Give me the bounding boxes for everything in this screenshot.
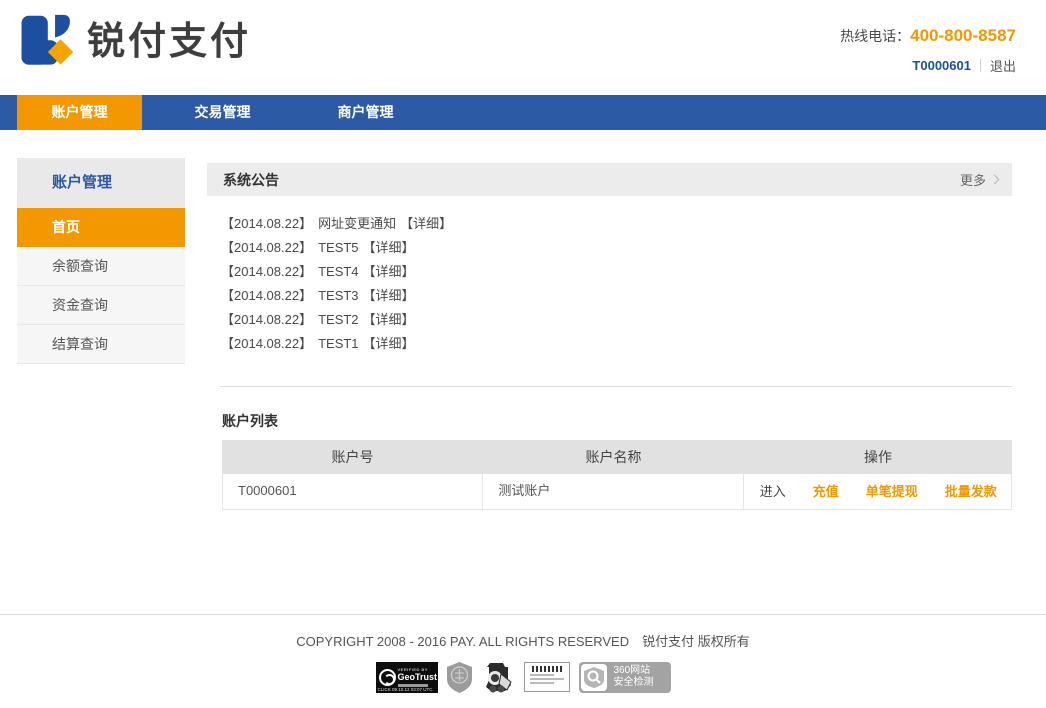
cell-account-no: T0000601 (223, 474, 483, 509)
certification-badges: VERIFIED BY GeoTrust CLICK 09.10.12 03:0… (0, 660, 1046, 694)
page: 锐付支付 热线电话：400-800-8587 T0000601 退出 账户管理 … (0, 0, 1046, 708)
announcement-title-link[interactable]: 网址变更通知 (318, 216, 396, 231)
announcement-detail-link[interactable]: 【详细】 (400, 216, 452, 231)
announcements-title: 系统公告 (223, 170, 279, 190)
certificate-title-text (532, 666, 562, 672)
column-header-account-no: 账户号 (222, 440, 483, 474)
360-site-safety-seal[interactable]: 360网站 安全检测 (579, 662, 671, 693)
column-header-actions: 操作 (744, 440, 1012, 474)
announcement-date: 【2014.08.22】 (221, 240, 312, 255)
announcement-detail-link[interactable]: 【详细】 (363, 312, 415, 327)
announcement-item: 【2014.08.22】 TEST4 【详细】 (221, 260, 1012, 284)
geotrust-name: GeoTrust (398, 673, 438, 682)
account-table: 账户号 账户名称 操作 T0000601 测试账户 进入 充值 单笔提现 批量发… (222, 440, 1012, 510)
cell-account-name: 测试账户 (483, 474, 743, 509)
certificate-line (530, 678, 564, 680)
360-badge-line2: 安全检测 (614, 677, 654, 689)
column-header-account-name: 账户名称 (483, 440, 744, 474)
announcement-item: 【2014.08.22】 TEST1 【详细】 (221, 332, 1012, 356)
security-shield-seal[interactable] (447, 662, 472, 693)
header-right: 热线电话：400-800-8587 T0000601 退出 (840, 26, 1016, 75)
main-content: 系统公告 更多 【2014.08.22】网址变更通知【详细】 【2014.08.… (207, 163, 1012, 356)
more-label: 更多 (960, 170, 986, 189)
announcements-list: 【2014.08.22】网址变更通知【详细】 【2014.08.22】TEST5… (207, 196, 1012, 356)
more-link[interactable]: 更多 (960, 170, 998, 189)
announcement-date: 【2014.08.22】 (221, 288, 312, 303)
user-id-link[interactable]: T0000601 (912, 58, 971, 73)
360-shield-magnifier-icon (581, 664, 607, 691)
360-badge-line1: 360网站 (614, 665, 654, 677)
360-badge-texts: 360网站 安全检测 (614, 665, 654, 689)
geotrust-verified-by: VERIFIED BY (398, 668, 438, 672)
logo[interactable]: 锐付支付 (17, 13, 251, 71)
announcement-title-link[interactable]: TEST5 (318, 240, 358, 255)
announcement-date: 【2014.08.22】 (221, 264, 312, 279)
footer-divider (0, 614, 1046, 615)
announcements-header: 系统公告 更多 (207, 163, 1012, 196)
license-certificate-seal[interactable] (524, 662, 570, 692)
announcement-date: 【2014.08.22】 (221, 312, 312, 327)
hotline-label: 热线电话： (840, 28, 910, 44)
announcement-date: 【2014.08.22】 (221, 216, 312, 231)
certificate-line (530, 682, 554, 684)
sidebar-item-balance-query[interactable]: 余额查询 (17, 247, 185, 286)
sidebar-item-settlement-query[interactable]: 结算查询 (17, 325, 185, 364)
geotrust-logo-icon (379, 669, 396, 686)
announcement-title-link[interactable]: TEST1 (318, 336, 358, 351)
logout-link[interactable]: 退出 (990, 56, 1016, 75)
batch-pay-link[interactable]: 批量发款 (945, 475, 997, 509)
chevron-right-icon (990, 175, 1000, 185)
sidebar-item-funds-query[interactable]: 资金查询 (17, 286, 185, 325)
announcement-detail-link[interactable]: 【详细】 (363, 264, 415, 279)
announcement-item: 【2014.08.22】 TEST3 【详细】 (221, 284, 1012, 308)
user-line: T0000601 退出 (840, 56, 1016, 75)
cell-actions: 进入 充值 单笔提现 批量发款 (744, 474, 1011, 509)
divider (980, 59, 981, 72)
announcement-title-link[interactable]: TEST2 (318, 312, 358, 327)
network-police-emblem[interactable] (481, 660, 515, 694)
sidebar-item-home[interactable]: 首页 (17, 208, 185, 247)
announcement-detail-link[interactable]: 【详细】 (363, 240, 415, 255)
single-withdraw-link[interactable]: 单笔提现 (866, 475, 918, 509)
hotline-number: 400-800-8587 (910, 26, 1016, 45)
recharge-link[interactable]: 充值 (813, 475, 839, 509)
sidebar-title: 账户管理 (17, 158, 185, 208)
geotrust-timestamp: CLICK 09.10.12 03:07 UTC (378, 687, 433, 692)
logo-text: 锐付支付 (87, 13, 251, 71)
geotrust-seal[interactable]: VERIFIED BY GeoTrust CLICK 09.10.12 03:0… (376, 662, 438, 693)
nav-tab-transaction-management[interactable]: 交易管理 (160, 95, 285, 130)
hotline: 热线电话：400-800-8587 (840, 26, 1016, 46)
section-divider (220, 386, 1012, 387)
logo-icon (17, 13, 75, 71)
copyright-text: COPYRIGHT 2008 - 2016 PAY. ALL RIGHTS RE… (0, 631, 1046, 650)
announcement-item: 【2014.08.22】 TEST5 【详细】 (221, 236, 1012, 260)
table-row: T0000601 测试账户 进入 充值 单笔提现 批量发款 (222, 474, 1012, 510)
enter-link[interactable]: 进入 (760, 475, 786, 509)
announcement-detail-link[interactable]: 【详细】 (363, 336, 415, 351)
announcement-title-link[interactable]: TEST3 (318, 288, 358, 303)
account-list-title: 账户列表 (222, 411, 278, 431)
announcement-item: 【2014.08.22】网址变更通知【详细】 (221, 212, 1012, 236)
nav-tab-account-management[interactable]: 账户管理 (17, 95, 142, 130)
main-nav: 账户管理 交易管理 商户管理 (0, 95, 1046, 130)
announcement-detail-link[interactable]: 【详细】 (363, 288, 415, 303)
certificate-line (530, 674, 554, 676)
announcement-title-link[interactable]: TEST4 (318, 264, 358, 279)
header: 锐付支付 热线电话：400-800-8587 T0000601 退出 (0, 0, 1046, 95)
announcement-item: 【2014.08.22】 TEST2 【详细】 (221, 308, 1012, 332)
table-header-row: 账户号 账户名称 操作 (222, 440, 1012, 474)
announcement-date: 【2014.08.22】 (221, 336, 312, 351)
sidebar: 账户管理 首页 余额查询 资金查询 结算查询 (17, 158, 185, 364)
geotrust-texts: VERIFIED BY GeoTrust (398, 668, 438, 687)
nav-tab-merchant-management[interactable]: 商户管理 (303, 95, 428, 130)
